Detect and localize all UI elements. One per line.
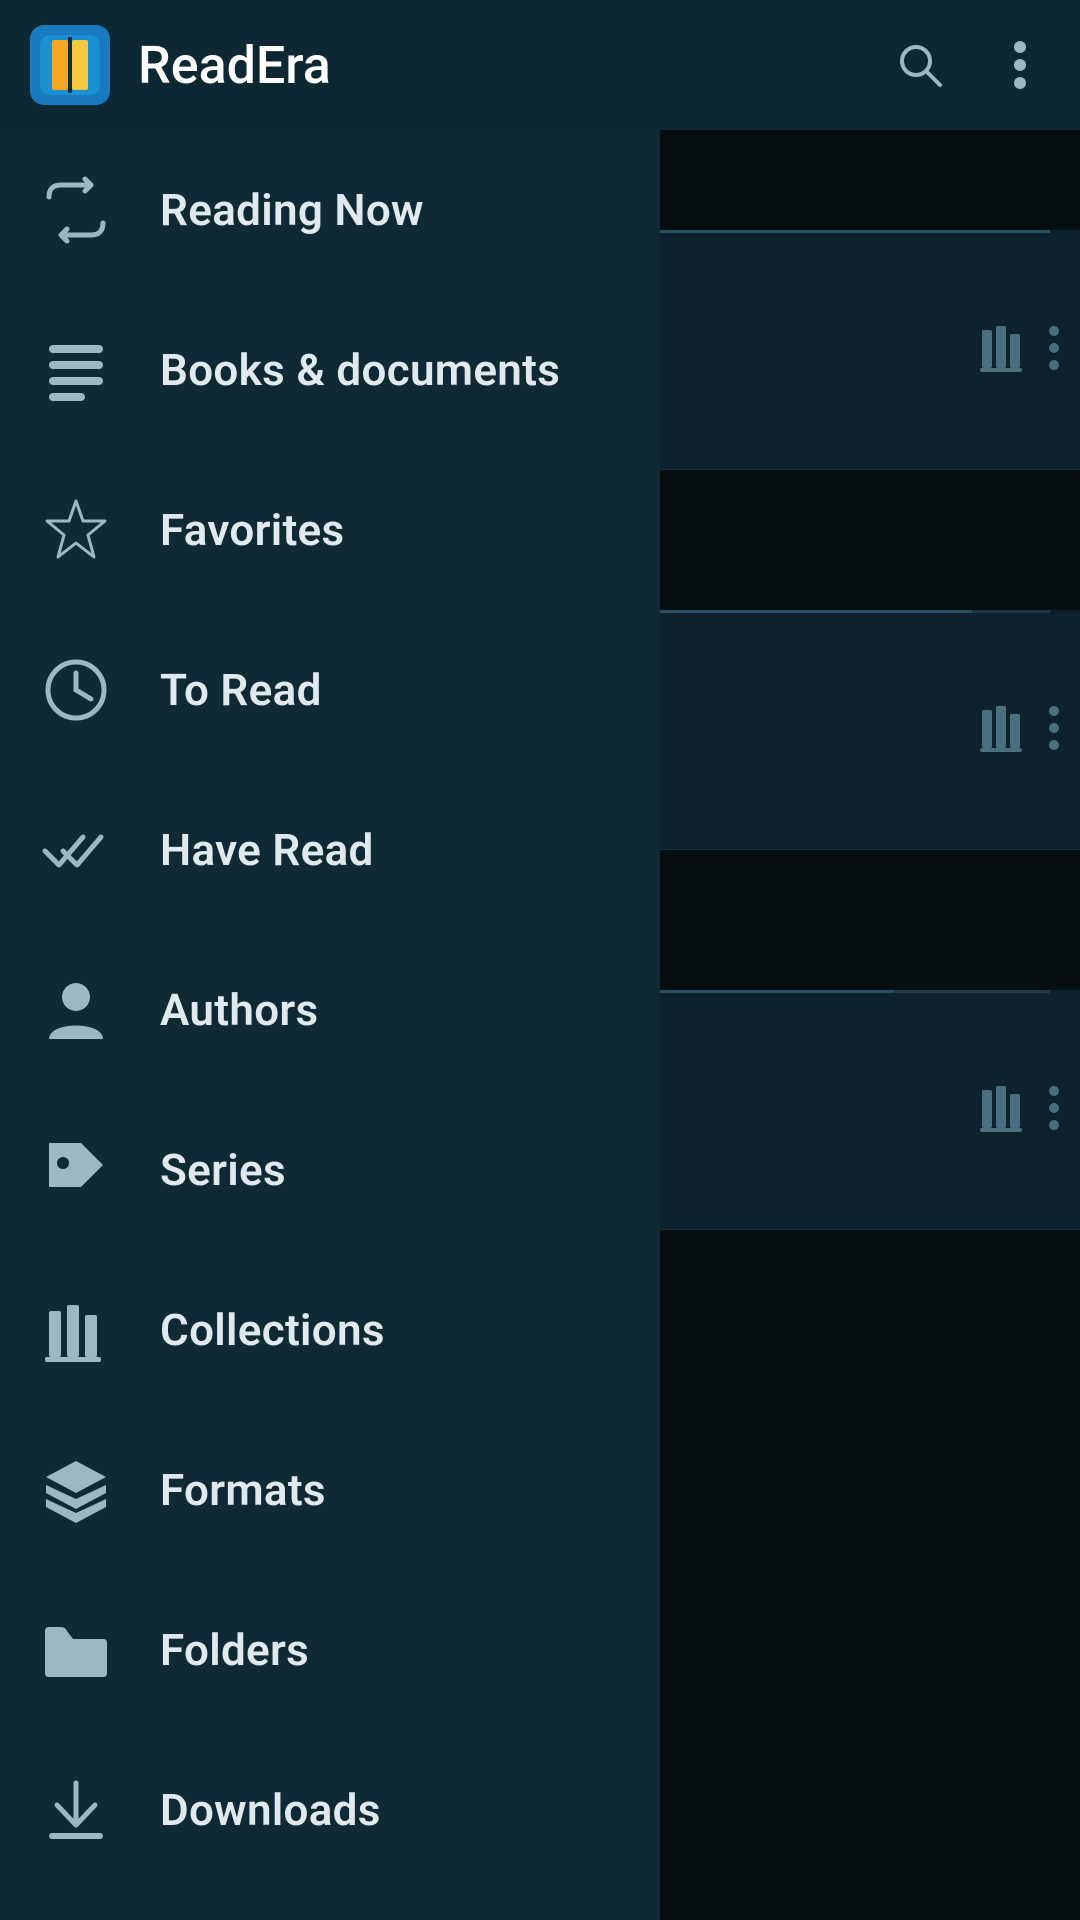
nav-item-formats[interactable]: Formats bbox=[0, 1410, 660, 1570]
tag-icon bbox=[36, 1135, 116, 1205]
nav-label-series: Series bbox=[160, 1144, 286, 1196]
nav-label-formats: Formats bbox=[160, 1464, 326, 1516]
double-check-icon bbox=[36, 815, 116, 885]
folder-icon bbox=[36, 1615, 116, 1685]
search-button[interactable] bbox=[890, 35, 950, 95]
app-bar: ReadEra bbox=[0, 0, 1080, 130]
nav-item-series[interactable]: Series bbox=[0, 1090, 660, 1250]
nav-item-books-documents[interactable]: Books & documents bbox=[0, 290, 660, 450]
app-title: ReadEra bbox=[138, 35, 890, 96]
clock-icon bbox=[36, 655, 116, 725]
library-icon bbox=[36, 1295, 116, 1365]
app-logo bbox=[30, 25, 110, 105]
nav-item-collections[interactable]: Collections bbox=[0, 1250, 660, 1410]
nav-item-favorites[interactable]: Favorites bbox=[0, 450, 660, 610]
book-more-icon-3[interactable] bbox=[1048, 1085, 1060, 1135]
nav-item-authors[interactable]: Authors bbox=[0, 930, 660, 1090]
book-more-icon-2[interactable] bbox=[1048, 705, 1060, 755]
book-list-item-3 bbox=[660, 990, 1080, 1230]
star-icon bbox=[36, 495, 116, 565]
nav-label-favorites: Favorites bbox=[160, 504, 344, 556]
nav-label-authors: Authors bbox=[160, 984, 319, 1036]
nav-item-have-read[interactable]: Have Read bbox=[0, 770, 660, 930]
book-list-item-1 bbox=[660, 230, 1080, 470]
book-more-icon-1[interactable] bbox=[1048, 325, 1060, 375]
book-library-icon-1 bbox=[978, 322, 1030, 378]
book-list-item-2 bbox=[660, 610, 1080, 850]
nav-label-collections: Collections bbox=[160, 1304, 385, 1356]
nav-label-have-read: Have Read bbox=[160, 824, 374, 876]
nav-label-books-documents: Books & documents bbox=[160, 344, 560, 396]
nav-label-folders: Folders bbox=[160, 1624, 309, 1676]
nav-item-reading-now[interactable]: Reading Now bbox=[0, 130, 660, 290]
list-icon bbox=[36, 335, 116, 405]
nav-label-downloads: Downloads bbox=[160, 1784, 381, 1836]
app-bar-actions bbox=[890, 35, 1050, 95]
person-icon bbox=[36, 975, 116, 1045]
navigation-drawer: Reading Now Books & documents Favorit bbox=[0, 130, 660, 1920]
download-icon bbox=[36, 1775, 116, 1845]
scrim[interactable] bbox=[660, 130, 1080, 1920]
nav-item-downloads[interactable]: Downloads bbox=[0, 1730, 660, 1890]
layers-icon bbox=[36, 1455, 116, 1525]
nav-label-reading-now: Reading Now bbox=[160, 184, 424, 236]
book-library-icon-2 bbox=[978, 702, 1030, 758]
drawer-overlay: Reading Now Books & documents Favorit bbox=[0, 130, 1080, 1920]
nav-item-trash[interactable]: Trash bbox=[0, 1890, 660, 1920]
book-library-icon-3 bbox=[978, 1082, 1030, 1138]
nav-item-folders[interactable]: Folders bbox=[0, 1570, 660, 1730]
more-options-button[interactable] bbox=[990, 35, 1050, 95]
repeat-icon bbox=[36, 175, 116, 245]
nav-label-to-read: To Read bbox=[160, 664, 322, 716]
nav-item-to-read[interactable]: To Read bbox=[0, 610, 660, 770]
